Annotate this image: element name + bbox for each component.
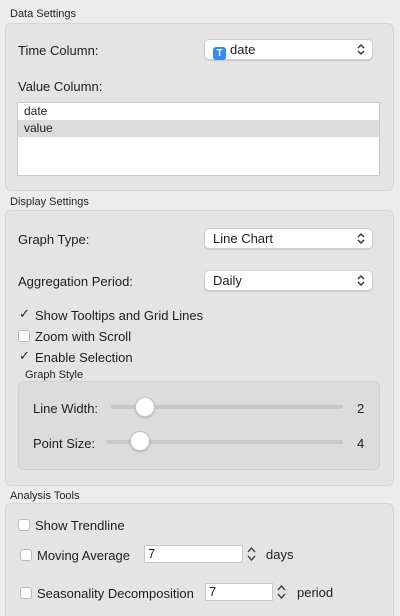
chevron-up-down-icon [357, 275, 365, 286]
seasonality-input[interactable]: 7 [205, 583, 273, 601]
line-width-value: 2 [357, 401, 365, 416]
zoom-scroll-label: Zoom with Scroll [35, 328, 132, 344]
show-tooltips-label: Show Tooltips and Grid Lines [35, 307, 204, 323]
enable-selection-checkbox[interactable]: ✓ [18, 348, 30, 363]
list-item-date[interactable]: date [18, 103, 379, 120]
value-column-listbox[interactable]: date value [17, 102, 380, 176]
moving-average-unit: days [266, 547, 294, 562]
stepper-arrows-icon[interactable] [276, 583, 287, 601]
graph-style-group [18, 381, 380, 470]
time-column-value: date [230, 42, 256, 57]
show-tooltips-checkbox-row[interactable]: ✓ Show Tooltips and Grid Lines [18, 307, 203, 323]
point-size-label: Point Size: [33, 436, 96, 451]
moving-average-input[interactable]: 7 [144, 545, 243, 563]
time-column-label: Time Column: [18, 43, 99, 58]
point-size-slider-knob[interactable] [130, 431, 150, 451]
zoom-scroll-checkbox[interactable] [18, 330, 30, 342]
chevron-up-down-icon [357, 233, 365, 244]
seasonality-checkbox-row[interactable]: Seasonality Decomposition [20, 585, 194, 601]
moving-average-label: Moving Average [37, 547, 130, 563]
moving-average-checkbox[interactable] [20, 549, 32, 561]
checkmark-icon: ✓ [19, 306, 30, 321]
analysis-tools-title: Analysis Tools [10, 490, 80, 502]
time-column-select[interactable]: Tdate [204, 39, 373, 60]
seasonality-label: Seasonality Decomposition [37, 585, 194, 601]
checkmark-icon: ✓ [19, 348, 30, 363]
enable-selection-checkbox-row[interactable]: ✓ Enable Selection [18, 349, 133, 365]
chevron-up-down-icon [357, 44, 365, 55]
graph-type-select[interactable]: Line Chart [204, 228, 373, 249]
seasonality-checkbox[interactable] [20, 587, 32, 599]
line-width-label: Line Width: [33, 401, 99, 416]
point-size-value: 4 [357, 436, 365, 451]
aggregation-period-select[interactable]: Daily [204, 270, 373, 291]
aggregation-period-value: Daily [213, 273, 242, 288]
stepper-arrows-icon[interactable] [246, 545, 257, 563]
graph-type-label: Graph Type: [18, 232, 90, 247]
graph-style-title: Graph Style [25, 369, 84, 381]
line-width-slider-knob[interactable] [135, 397, 155, 417]
show-trendline-label: Show Trendline [35, 517, 125, 533]
moving-average-checkbox-row[interactable]: Moving Average [20, 547, 130, 563]
graph-type-value: Line Chart [213, 231, 273, 246]
show-tooltips-checkbox[interactable]: ✓ [18, 306, 30, 321]
enable-selection-label: Enable Selection [35, 349, 133, 365]
value-column-label: Value Column: [18, 79, 103, 94]
list-item-value[interactable]: value [18, 120, 379, 137]
text-type-icon: T [213, 47, 226, 60]
settings-panel: Data Settings Time Column: Tdate Value C… [0, 0, 400, 616]
seasonality-unit: period [297, 585, 334, 600]
show-trendline-checkbox-row[interactable]: Show Trendline [18, 517, 125, 533]
show-trendline-checkbox[interactable] [18, 519, 30, 531]
aggregation-period-label: Aggregation Period: [18, 274, 133, 289]
display-settings-title: Display Settings [10, 196, 89, 208]
data-settings-title: Data Settings [10, 8, 77, 20]
zoom-scroll-checkbox-row[interactable]: Zoom with Scroll [18, 328, 131, 344]
